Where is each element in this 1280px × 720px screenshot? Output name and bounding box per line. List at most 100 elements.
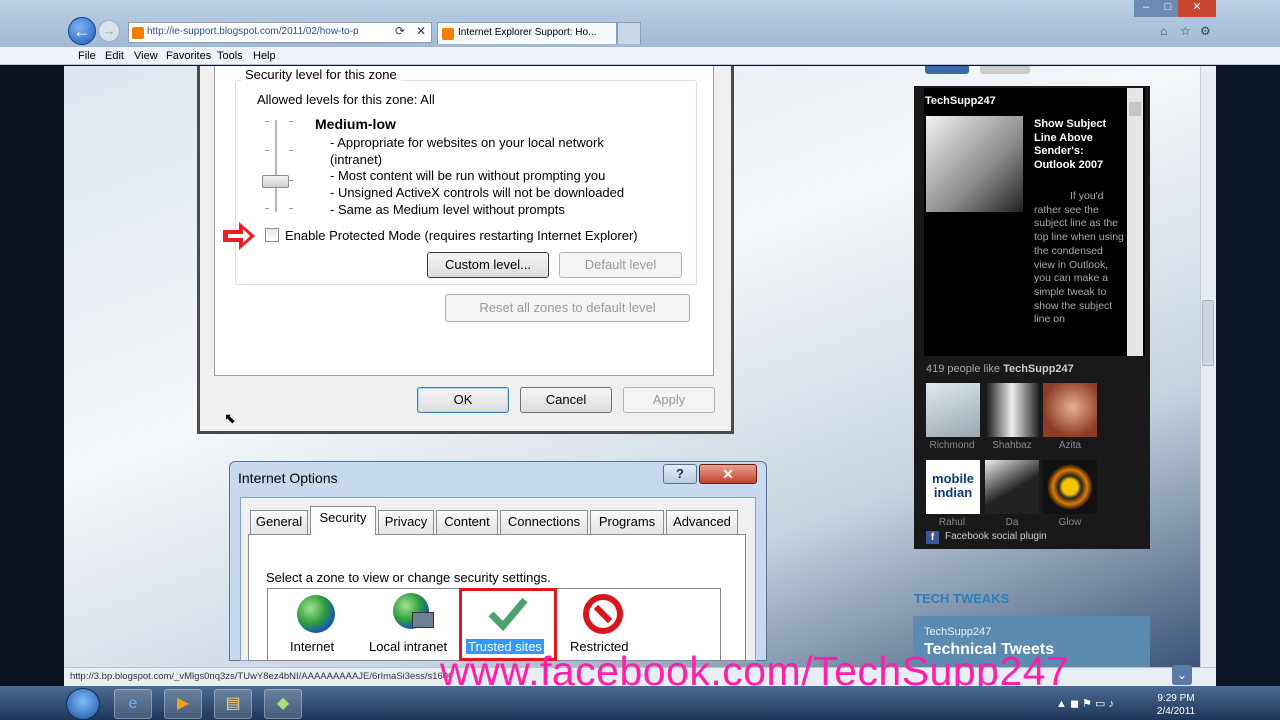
fan-avatar[interactable]	[926, 383, 980, 437]
menu-favorites[interactable]: Favorites	[166, 50, 211, 62]
app-icon[interactable]: ◆	[264, 689, 302, 719]
allowed-levels-text: Allowed levels for this zone: All	[257, 92, 435, 107]
folder-icon[interactable]: ▤	[214, 689, 252, 719]
tab-programs[interactable]: Programs	[590, 510, 664, 534]
home-icon[interactable]: ⌂	[1160, 24, 1167, 38]
tab-security[interactable]: Security	[310, 506, 376, 535]
fan-avatar[interactable]	[1043, 460, 1097, 514]
menu-help[interactable]: Help	[253, 50, 276, 62]
help-button[interactable]: ?	[663, 464, 697, 484]
clock-time: 9:29 PM	[1157, 693, 1195, 704]
level-bullet: - Unsigned ActiveX controls will not be …	[330, 185, 625, 200]
zone-internet[interactable]: Internet	[290, 639, 334, 654]
status-url: http://3.bp.blogspot.com/_vMlgs0nq3zs/TU…	[70, 671, 450, 682]
fan-avatar[interactable]	[985, 383, 1039, 437]
level-bullet: (intranet)	[330, 152, 383, 167]
twitter-user[interactable]: TechSupp247	[924, 626, 991, 638]
slider-tick	[265, 121, 269, 122]
checkmark-icon[interactable]	[487, 594, 529, 632]
slider-tick	[289, 150, 293, 151]
slider-tick	[289, 180, 293, 181]
system-tray[interactable]: ▲ ◼ ⚑ ▭ ♪	[1056, 697, 1114, 710]
slider-tick	[265, 208, 269, 209]
new-tab-button[interactable]	[617, 22, 641, 44]
cancel-button[interactable]: Cancel	[520, 387, 612, 413]
restricted-icon[interactable]	[583, 594, 623, 634]
fb-page-title[interactable]: TechSupp247	[925, 95, 996, 107]
fan-name[interactable]: Da	[985, 517, 1039, 526]
globe-icon[interactable]	[297, 595, 335, 633]
stop-icon[interactable]: ✕	[416, 24, 426, 38]
zone-local-intranet[interactable]: Local intranet	[369, 639, 447, 654]
security-level-slider[interactable]	[262, 175, 289, 188]
menu-tools[interactable]: Tools	[217, 50, 243, 62]
fan-name[interactable]: Shahbaz	[985, 440, 1039, 451]
favorites-icon[interactable]: ☆	[1180, 24, 1191, 38]
minimize-icon[interactable]: –	[1134, 0, 1158, 17]
desktop-right	[1216, 66, 1280, 686]
share-button[interactable]	[925, 66, 969, 74]
clock-date: 2/4/2011	[1156, 706, 1196, 717]
browser-tab[interactable]: Internet Explorer Support: Ho...	[437, 22, 617, 44]
protected-mode-label: Enable Protected Mode (requires restarti…	[285, 228, 638, 243]
refresh-icon[interactable]: ⟳	[395, 24, 405, 38]
like-button[interactable]	[980, 66, 1030, 74]
internet-explorer-icon[interactable]: e	[114, 689, 152, 719]
forward-button[interactable]: →	[98, 20, 120, 42]
ok-button[interactable]: OK	[417, 387, 509, 413]
fan-name[interactable]: Rahul	[925, 517, 979, 526]
scrollbar-thumb[interactable]	[1202, 300, 1214, 366]
likes-count: 419 people like	[926, 363, 1001, 375]
mouse-cursor-icon: ⬉	[224, 410, 236, 426]
blogger-icon	[442, 28, 454, 40]
reset-all-zones-button[interactable]: Reset all zones to default level	[445, 294, 690, 322]
feed-scrollbar[interactable]	[1127, 88, 1143, 356]
gear-icon[interactable]: ⚙	[1200, 24, 1211, 38]
slider-tick	[265, 150, 269, 151]
media-player-icon[interactable]: ▶	[164, 689, 202, 719]
fan-avatar[interactable]	[1043, 383, 1097, 437]
level-name: Medium-low	[315, 116, 396, 132]
default-level-button[interactable]: Default level	[559, 252, 682, 278]
tab-content[interactable]: Content	[436, 510, 498, 534]
windows-start-icon[interactable]	[66, 688, 100, 720]
level-bullet: - Appropriate for websites on your local…	[330, 135, 604, 150]
fan-avatar[interactable]	[985, 460, 1039, 514]
menu-file[interactable]: File	[78, 50, 96, 62]
address-bar[interactable]: http://ie-support.blogspot.com/2011/02/h…	[128, 22, 432, 43]
apply-button[interactable]: Apply	[623, 387, 715, 413]
menu-edit[interactable]: Edit	[105, 50, 124, 62]
post-thumbnail[interactable]	[926, 116, 1023, 212]
likes-page[interactable]: TechSupp247	[1003, 363, 1074, 375]
fan-name[interactable]: Azita	[1043, 440, 1097, 451]
dialog-title: Internet Options	[238, 470, 338, 486]
post-body: If you'd rather see the subject line as …	[1034, 190, 1124, 326]
clock[interactable]: 9:29 PM 2/4/2011	[1150, 692, 1202, 718]
tab-connections[interactable]: Connections	[500, 510, 588, 534]
address-text: http://ie-support.blogspot.com/2011/02/h…	[147, 26, 359, 37]
back-button[interactable]: ←	[68, 17, 96, 45]
tab-advanced[interactable]: Advanced	[666, 510, 738, 534]
facebook-icon: f	[926, 531, 939, 544]
tab-general[interactable]: General	[250, 510, 308, 534]
close-icon[interactable]: ✕	[1178, 0, 1216, 17]
maximize-icon[interactable]: □	[1158, 0, 1178, 17]
tab-privacy[interactable]: Privacy	[378, 510, 434, 534]
protected-mode-checkbox[interactable]	[265, 228, 279, 242]
custom-level-button[interactable]: Custom level...	[427, 252, 549, 278]
menu-view[interactable]: View	[134, 50, 158, 62]
fb-plugin-label[interactable]: Facebook social plugin	[945, 531, 1047, 542]
level-bullet: - Most content will be run without promp…	[330, 168, 606, 183]
feed-scroll-thumb[interactable]	[1129, 102, 1141, 116]
fan-name[interactable]: Richmond	[925, 440, 979, 451]
chevron-down-icon[interactable]: ⌄	[1172, 665, 1192, 685]
post-title[interactable]: Show Subject Line Above Sender's: Outloo…	[1034, 118, 1122, 172]
level-bullet: - Same as Medium level without prompts	[330, 202, 565, 217]
slider-tick	[289, 208, 293, 209]
red-arrow-icon	[223, 222, 255, 250]
page-scrollbar[interactable]	[1200, 66, 1216, 686]
dialog-close-button[interactable]: ✕	[699, 464, 757, 484]
fan-avatar[interactable]: mobile indian	[926, 460, 980, 514]
fan-name[interactable]: Glow	[1043, 517, 1097, 526]
likes-line: 419 people like TechSupp247	[926, 363, 1074, 375]
